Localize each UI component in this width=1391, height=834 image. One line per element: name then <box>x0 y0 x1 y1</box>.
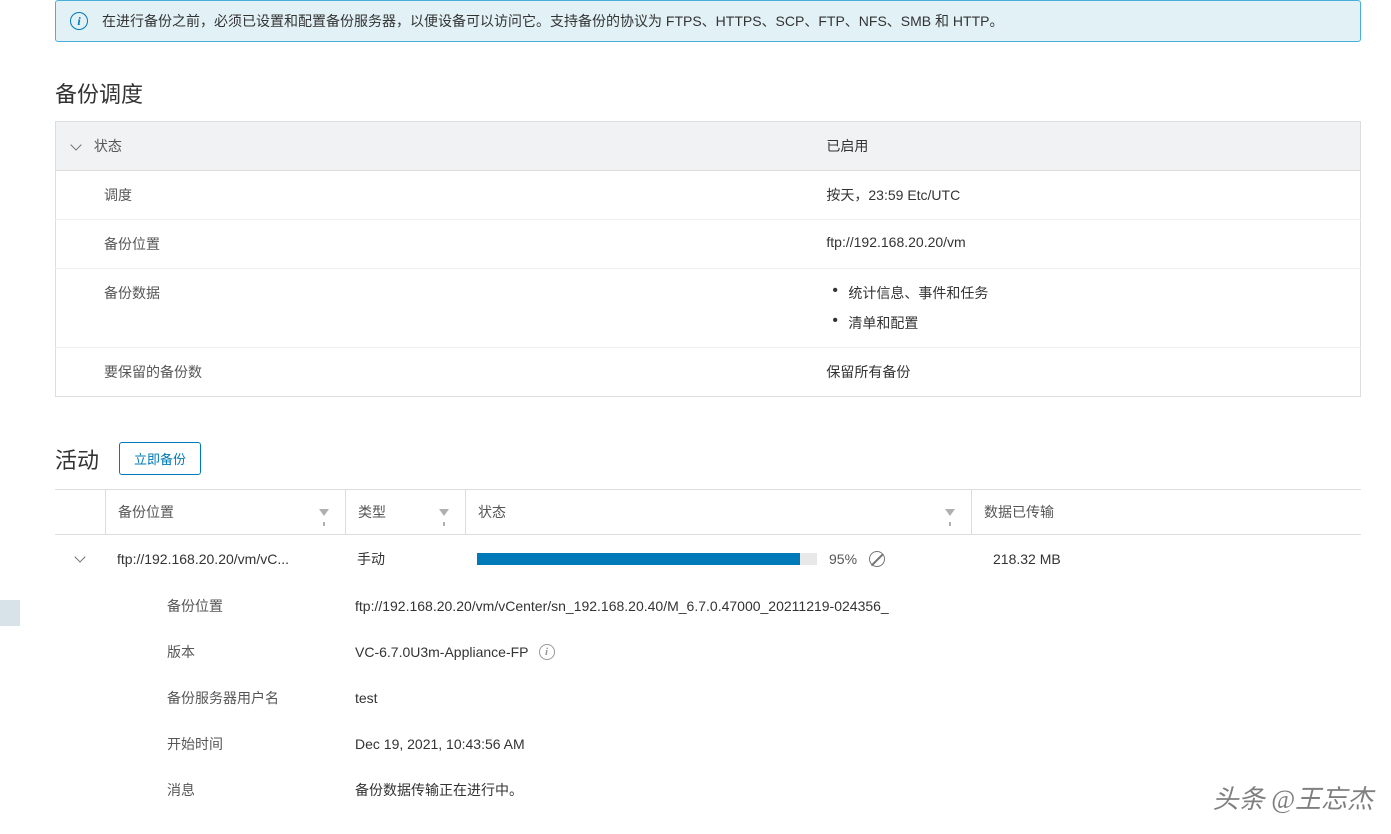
schedule-row-value: ftp://192.168.20.20/vm <box>812 220 1360 269</box>
schedule-row-value: 按天，23:59 Etc/UTC <box>812 171 1360 220</box>
detail-value: Dec 19, 2021, 10:43:56 AM <box>355 734 1361 754</box>
activity-title: 活动 <box>55 443 99 475</box>
column-status[interactable]: 状态 <box>465 490 971 534</box>
detail-value: VC-6.7.0U3m-Appliance-FP <box>355 644 529 660</box>
info-banner-text: 在进行备份之前，必须已设置和配置备份服务器，以便设备可以访问它。支持备份的协议为… <box>102 11 1003 31</box>
schedule-row: 备份数据 统计信息、事件和任务 清单和配置 <box>56 269 1361 348</box>
detail-value: ftp://192.168.20.20/vm/vCenter/sn_192.16… <box>355 596 1361 616</box>
schedule-header-label: 状态 <box>94 138 122 154</box>
cancel-icon[interactable] <box>869 551 885 567</box>
schedule-title: 备份调度 <box>55 77 1361 109</box>
filter-icon[interactable] <box>945 509 955 516</box>
schedule-row-value: 保留所有备份 <box>812 348 1360 397</box>
progress-fill <box>477 553 800 565</box>
table-row: ftp://192.168.20.20/vm/vC... 手动 95% 218.… <box>55 535 1361 583</box>
row-transferred: 218.32 MB <box>971 551 1361 567</box>
schedule-row-label: 备份数据 <box>56 269 813 348</box>
schedule-row: 要保留的备份数 保留所有备份 <box>56 348 1361 397</box>
backup-data-list: 统计信息、事件和任务 清单和配置 <box>826 283 1346 333</box>
detail-label: 备份位置 <box>55 596 355 616</box>
detail-label: 开始时间 <box>55 734 355 754</box>
row-type: 手动 <box>345 549 465 569</box>
detail-label: 消息 <box>55 780 355 800</box>
detail-row: 开始时间 Dec 19, 2021, 10:43:56 AM <box>55 721 1361 767</box>
detail-value: 备份数据传输正在进行中。 <box>355 780 1361 800</box>
column-label: 数据已传输 <box>984 502 1054 522</box>
row-details: 备份位置 ftp://192.168.20.20/vm/vCenter/sn_1… <box>55 583 1361 823</box>
schedule-header-row[interactable]: 状态 已启用 <box>56 122 1361 171</box>
column-label: 类型 <box>358 502 386 522</box>
schedule-header-value: 已启用 <box>812 122 1360 171</box>
detail-row: 消息 备份数据传输正在进行中。 <box>55 767 1361 813</box>
main-content: i 在进行备份之前，必须已设置和配置备份服务器，以便设备可以访问它。支持备份的协… <box>25 0 1391 823</box>
backup-now-button[interactable]: 立即备份 <box>119 442 201 475</box>
detail-label: 版本 <box>55 642 355 662</box>
schedule-table: 状态 已启用 调度 按天，23:59 Etc/UTC 备份位置 ftp://19… <box>55 121 1361 397</box>
left-scroll-indicator <box>0 600 20 626</box>
chevron-down-icon[interactable] <box>74 553 86 565</box>
activity-table-header: 备份位置 类型 状态 数据已传输 <box>55 490 1361 535</box>
row-location: ftp://192.168.20.20/vm/vC... <box>105 551 345 567</box>
schedule-row: 调度 按天，23:59 Etc/UTC <box>56 171 1361 220</box>
progress-wrap: 95% <box>477 551 959 567</box>
filter-icon[interactable] <box>439 509 449 516</box>
info-banner: i 在进行备份之前，必须已设置和配置备份服务器，以便设备可以访问它。支持备份的协… <box>55 0 1361 42</box>
progress-percent: 95% <box>829 551 857 567</box>
progress-bar <box>477 553 817 565</box>
detail-value: test <box>355 688 1361 708</box>
detail-label: 备份服务器用户名 <box>55 688 355 708</box>
schedule-row: 备份位置 ftp://192.168.20.20/vm <box>56 220 1361 269</box>
schedule-row-label: 调度 <box>56 171 813 220</box>
activity-header: 活动 立即备份 <box>55 442 1361 475</box>
schedule-row-label: 备份位置 <box>56 220 813 269</box>
chevron-down-icon[interactable] <box>70 141 82 153</box>
column-expand <box>55 490 105 534</box>
column-label: 备份位置 <box>118 502 174 522</box>
column-transferred[interactable]: 数据已传输 <box>971 490 1361 534</box>
detail-row: 备份位置 ftp://192.168.20.20/vm/vCenter/sn_1… <box>55 583 1361 629</box>
detail-row: 备份服务器用户名 test <box>55 675 1361 721</box>
schedule-row-label: 要保留的备份数 <box>56 348 813 397</box>
column-type[interactable]: 类型 <box>345 490 465 534</box>
list-item: 统计信息、事件和任务 <box>826 283 1346 303</box>
column-label: 状态 <box>478 502 506 522</box>
detail-row: 版本 VC-6.7.0U3m-Appliance-FP i <box>55 629 1361 675</box>
list-item: 清单和配置 <box>826 313 1346 333</box>
filter-icon[interactable] <box>319 509 329 516</box>
info-icon: i <box>70 12 88 30</box>
activity-table: 备份位置 类型 状态 数据已传输 ftp://192.168.20.20/vm/… <box>55 489 1361 823</box>
info-icon[interactable]: i <box>539 644 555 660</box>
column-location[interactable]: 备份位置 <box>105 490 345 534</box>
